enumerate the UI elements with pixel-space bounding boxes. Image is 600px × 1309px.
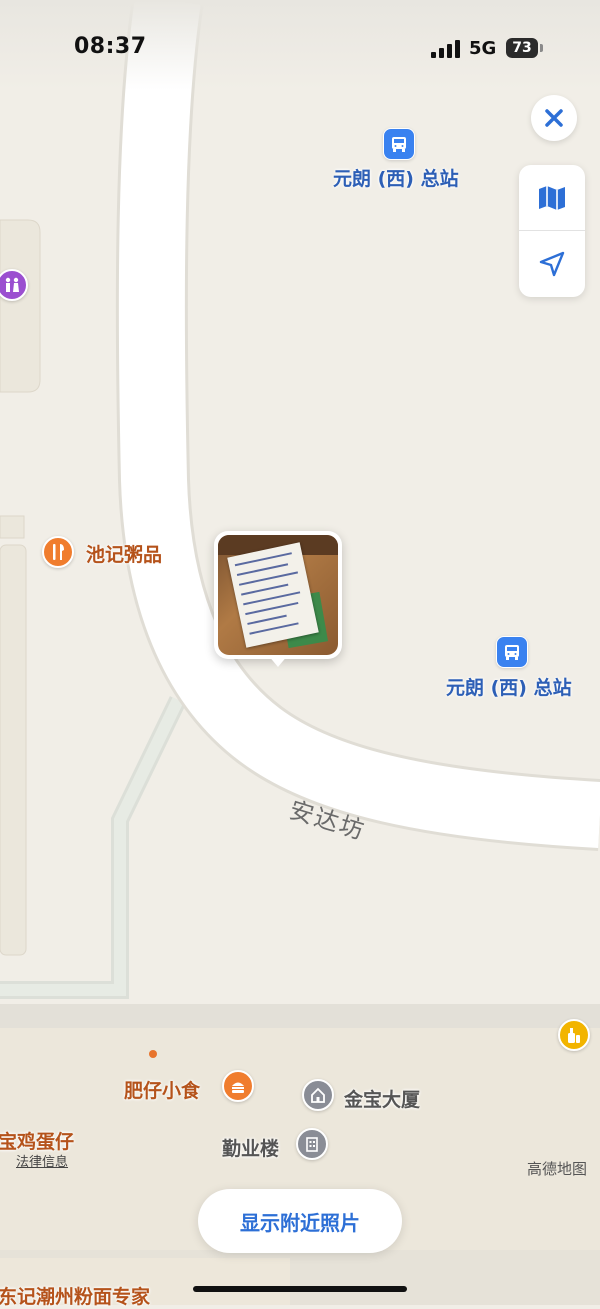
poi-label-egg-waffle[interactable]: 宝鸡蛋仔	[0, 1127, 74, 1154]
cellular-signal-icon	[431, 40, 461, 58]
restaurant-icon[interactable]	[42, 536, 74, 568]
locate-button[interactable]	[519, 231, 585, 297]
home-indicator	[193, 1286, 407, 1292]
poi-label-building-1[interactable]: 金宝大厦	[344, 1085, 420, 1112]
photo-pin-pointer	[268, 655, 288, 667]
map-mode-button[interactable]	[519, 165, 585, 231]
close-icon	[545, 109, 563, 127]
office-building-icon[interactable]	[296, 1128, 328, 1160]
battery-tip	[540, 44, 543, 52]
bus-station-icon[interactable]	[496, 636, 528, 668]
battery-icon: 73	[506, 38, 538, 58]
legal-link[interactable]: 法律信息	[16, 1151, 68, 1170]
bus-station-label[interactable]: 元朗 (西) 总站	[446, 673, 572, 700]
fast-food-icon[interactable]	[222, 1070, 254, 1102]
close-button[interactable]	[531, 95, 577, 141]
handwritten-note	[227, 542, 319, 648]
status-bar: 08:37 5G 73	[0, 0, 600, 90]
poi-label-congee[interactable]: 池记粥品	[86, 540, 162, 567]
poi-label-snack[interactable]: 肥仔小食	[124, 1076, 200, 1103]
bus-station-icon[interactable]	[383, 128, 415, 160]
photo-pin[interactable]	[214, 531, 342, 659]
map-provider-logo: 高德地图	[527, 1160, 588, 1178]
building-icon[interactable]	[302, 1079, 334, 1111]
network-type: 5G	[469, 38, 497, 59]
show-nearby-photos-button[interactable]: 显示附近照片	[198, 1189, 402, 1253]
photo-thumbnail	[218, 535, 338, 655]
clock: 08:37	[74, 34, 147, 59]
map-controls	[519, 165, 585, 297]
map-icon	[539, 186, 565, 210]
poi-dot[interactable]	[149, 1050, 157, 1058]
shop-icon[interactable]	[558, 1019, 590, 1051]
bus-station-label[interactable]: 元朗 (西) 总站	[333, 164, 459, 191]
location-arrow-icon	[539, 251, 565, 277]
poi-label-building-2[interactable]: 勤业楼	[222, 1134, 279, 1161]
